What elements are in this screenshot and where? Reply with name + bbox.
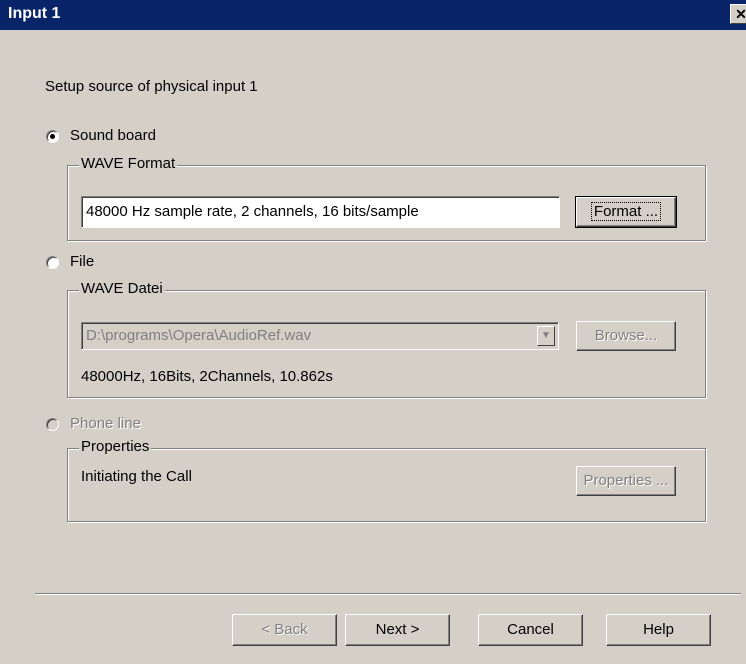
wave-file-path-value: D:\programs\Opera\AudioRef.wav [86, 327, 312, 344]
format-button-label: Format ... [590, 202, 662, 221]
radio-phone-line-label: Phone line [70, 415, 141, 432]
radio-sound-board[interactable] [46, 130, 59, 143]
wave-format-legend: WAVE Format [79, 155, 178, 172]
wave-format-field[interactable]: 48000 Hz sample rate, 2 channels, 16 bit… [81, 196, 560, 228]
close-icon: ✕ [735, 6, 746, 22]
back-button[interactable]: < Back [232, 614, 337, 646]
chevron-down-icon[interactable]: ▼ [537, 326, 555, 346]
format-button[interactable]: Format ... [575, 196, 677, 228]
browse-button[interactable]: Browse... [576, 321, 676, 351]
radio-file[interactable] [46, 256, 59, 269]
radio-phone-line[interactable] [46, 418, 59, 431]
instruction-text: Setup source of physical input 1 [45, 78, 258, 95]
properties-button[interactable]: Properties ... [576, 466, 676, 496]
help-button[interactable]: Help [606, 614, 711, 646]
wave-file-info: 48000Hz, 16Bits, 2Channels, 10.862s [81, 368, 333, 385]
window-title: Input 1 [8, 5, 61, 22]
close-button[interactable]: ✕ [730, 4, 746, 24]
radio-file-label: File [70, 253, 95, 270]
wave-datei-legend: WAVE Datei [79, 280, 165, 297]
title-bar: Input 1 ✕ [0, 0, 746, 30]
radio-sound-board-label: Sound board [70, 127, 156, 144]
wave-file-path-field[interactable]: D:\programs\Opera\AudioRef.wav [81, 322, 559, 350]
properties-legend: Properties [79, 438, 152, 455]
footer-separator [35, 593, 741, 595]
cancel-button[interactable]: Cancel [478, 614, 583, 646]
call-status-text: Initiating the Call [81, 468, 192, 485]
next-button[interactable]: Next > [345, 614, 450, 646]
